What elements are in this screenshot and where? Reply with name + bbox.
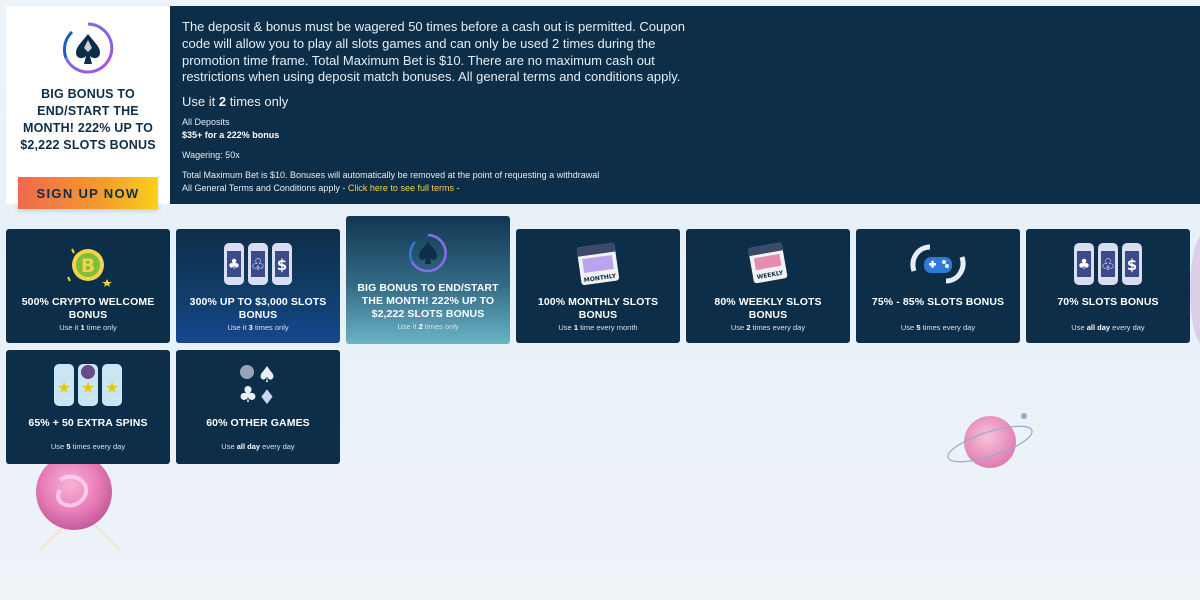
max-bet-terms: Total Maximum Bet is $10. Bonuses will a… bbox=[182, 170, 600, 181]
monthly-calendar-icon: MONTHLY bbox=[576, 242, 620, 286]
bonus-card-big-bonus-active[interactable]: BIG BONUS TO END/START THE MONTH! 222% U… bbox=[346, 216, 510, 344]
svg-text:B: B bbox=[81, 255, 95, 277]
bonus-card-300-slots[interactable]: ♣ ♧ $ 300% UP TO $3,000 SLOTS BONUS Use … bbox=[176, 229, 340, 343]
bonus-terms: The deposit & bonus must be wagered 50 t… bbox=[6, 6, 706, 195]
star-reels-icon: ★ ★ ★ bbox=[54, 364, 122, 406]
slot-reels-icon: ♣ ♧ $ bbox=[1074, 243, 1142, 285]
card-usage: Use it 2 times only bbox=[397, 322, 459, 331]
svg-text:♧: ♧ bbox=[251, 255, 265, 274]
card-label: 75% - 85% SLOTS BONUS bbox=[871, 296, 1005, 308]
svg-text:♣: ♣ bbox=[238, 383, 258, 408]
svg-text:♦: ♦ bbox=[258, 385, 276, 408]
general-terms: All General Terms and Conditions apply -… bbox=[182, 183, 460, 194]
gamepad-icon bbox=[910, 244, 966, 284]
planet-decoration-right-icon bbox=[947, 413, 1033, 468]
card-label: 80% WEEKLY SLOTS BONUS bbox=[714, 296, 822, 321]
svg-text:★: ★ bbox=[57, 378, 71, 397]
wagering-requirement: Wagering: 50x bbox=[182, 150, 240, 161]
bonus-description: The deposit & bonus must be wagered 50 t… bbox=[182, 19, 685, 85]
bonus-card-extra-spins[interactable]: ★ ★ ★ 65% + 50 EXTRA SPINS Use 5 times e… bbox=[6, 350, 170, 464]
bonus-card-monthly-slots[interactable]: MONTHLY 100% MONTHLY SLOTS BONUS Use 1 t… bbox=[516, 229, 680, 343]
bonus-card-weekly-slots[interactable]: WEEKLY 80% WEEKLY SLOTS BONUS Use 2 time… bbox=[686, 229, 850, 343]
card-label: 65% + 50 EXTRA SPINS bbox=[28, 417, 148, 429]
card-usage: Use it 1 time only bbox=[59, 323, 117, 332]
bonus-card-other-games[interactable]: ♠ ♣ ♦ 60% OTHER GAMES Use all day every … bbox=[176, 350, 340, 464]
weekly-calendar-icon: WEEKLY bbox=[747, 242, 788, 284]
svg-text:♧: ♧ bbox=[1101, 255, 1115, 274]
bonus-card-crypto-welcome[interactable]: B 500% CRYPTO WELCOME BONUS Use it 1 tim… bbox=[6, 229, 170, 343]
bonus-card-75-85-slots[interactable]: 75% - 85% SLOTS BONUS Use 5 times every … bbox=[856, 229, 1020, 343]
card-usage: Use it 3 times only bbox=[227, 323, 289, 332]
usage-limit: Use it 2 times only bbox=[182, 94, 289, 110]
card-usage: Use 2 times every day bbox=[730, 323, 806, 332]
slot-reels-icon: ♣ ♧ $ bbox=[224, 243, 292, 285]
card-usage: Use 1 time every month bbox=[558, 323, 638, 332]
svg-text:♣: ♣ bbox=[228, 257, 241, 273]
card-label: 500% CRYPTO WELCOME BONUS bbox=[21, 296, 155, 321]
full-terms-link[interactable]: Click here to see full terms bbox=[348, 183, 454, 193]
svg-text:★: ★ bbox=[105, 378, 119, 397]
svg-text:★: ★ bbox=[81, 378, 95, 397]
bonus-card-70-slots[interactable]: ♣ ♧ $ 70% SLOTS BONUS Use all day every … bbox=[1026, 229, 1190, 343]
spade-logo-icon bbox=[409, 233, 447, 273]
planet-decoration-left-icon bbox=[36, 454, 121, 551]
deposits-value: $35+ for a 222% bonus bbox=[182, 130, 280, 141]
card-label: 60% OTHER GAMES bbox=[206, 417, 310, 429]
usage-count: 2 bbox=[218, 94, 227, 110]
bonus-detail-panel: BIG BONUS TO END/START THE MONTH! 222% U… bbox=[6, 6, 1200, 209]
card-label: 100% MONTHLY SLOTS BONUS bbox=[537, 296, 659, 321]
card-label: 300% UP TO $3,000 SLOTS BONUS bbox=[189, 296, 327, 321]
deposits-label: All Deposits bbox=[182, 117, 230, 128]
svg-text:♣: ♣ bbox=[1078, 257, 1091, 273]
card-label: 70% SLOTS BONUS bbox=[1057, 296, 1159, 308]
card-usage: Use 5 times every day bbox=[900, 323, 976, 332]
card-usage: Use 5 times every day bbox=[50, 442, 126, 451]
card-usage: Use all day every day bbox=[1071, 323, 1145, 332]
card-usage: Use all day every day bbox=[221, 442, 295, 451]
bitcoin-icon: B bbox=[67, 248, 112, 287]
card-suits-icon: ♠ ♣ ♦ bbox=[238, 363, 277, 408]
svg-text:$: $ bbox=[277, 256, 287, 274]
card-label: BIG BONUS TO END/START THE MONTH! 222% U… bbox=[357, 282, 499, 320]
svg-text:$: $ bbox=[1127, 256, 1137, 274]
